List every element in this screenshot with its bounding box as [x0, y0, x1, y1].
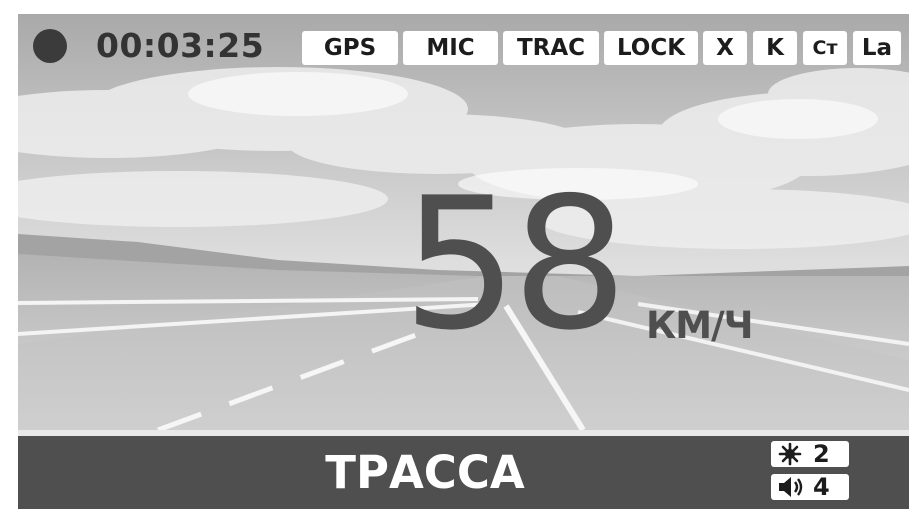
- mode-label: ТРАССА: [325, 446, 525, 499]
- volume-value: 4: [813, 473, 830, 501]
- x-badge: X: [703, 31, 747, 65]
- speed-value: 58: [402, 158, 628, 370]
- brightness-icon: [778, 442, 802, 466]
- speed-unit: КМ/Ч: [646, 304, 753, 347]
- lock-badge: LOCK: [604, 31, 698, 65]
- la-badge: La: [853, 31, 901, 65]
- brightness-indicator: 2: [771, 441, 849, 467]
- dashcam-screen: 00:03:25 GPS MIC TRAC LOCK X K Ст La 58 …: [18, 14, 909, 509]
- status-bar: 00:03:25 GPS MIC TRAC LOCK X K Ст La: [18, 14, 909, 74]
- st-badge: Ст: [803, 31, 847, 65]
- mic-badge: MIC: [403, 31, 498, 65]
- recording-timer: 00:03:25: [96, 26, 265, 65]
- mode-bar: ТРАССА 2 4: [18, 436, 909, 509]
- volume-indicator: 4: [771, 474, 849, 500]
- speaker-icon: [779, 477, 803, 497]
- gps-badge: GPS: [302, 31, 398, 65]
- k-badge: K: [753, 31, 797, 65]
- brightness-value: 2: [813, 440, 830, 468]
- record-dot-icon: [33, 29, 67, 63]
- trac-badge: TRAC: [503, 31, 599, 65]
